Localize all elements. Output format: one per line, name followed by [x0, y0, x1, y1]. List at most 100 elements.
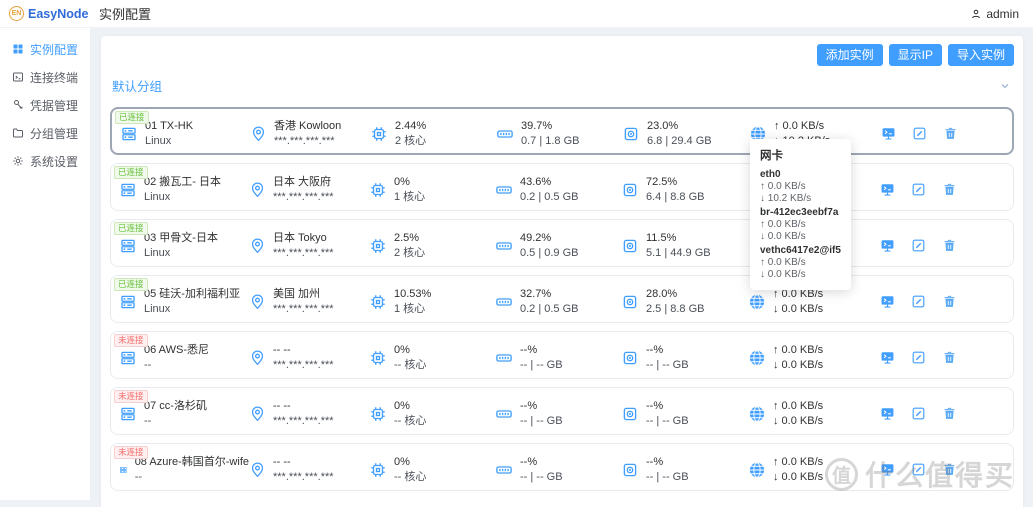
cpu-icon: [369, 349, 387, 367]
terminal-button[interactable]: [880, 294, 895, 309]
server-name-cell: 02 搬瓦工- 日本 Linux: [119, 176, 249, 203]
edit-button[interactable]: [911, 350, 926, 365]
ram-icon: [495, 237, 513, 255]
sidebar-item-settings[interactable]: 系统设置: [12, 155, 90, 167]
server-row[interactable]: 已连接 01 TX-HK Linux 香港 Kowloon ***.***.**…: [110, 107, 1014, 155]
ram-detail: -- | -- GB: [520, 471, 563, 483]
ram-detail: -- | -- GB: [520, 359, 563, 371]
server-name-cell: 08 Azure-韩国首尔-wife --: [119, 456, 249, 483]
ram-detail: 0.2 | 0.5 GB: [520, 303, 579, 315]
network-cell[interactable]: ↑ 0.0 KB/s ↓ 0.0 KB/s: [748, 400, 866, 427]
net-download: ↓ 0.0 KB/s: [773, 415, 823, 427]
edit-button[interactable]: [912, 126, 927, 141]
import-instance-button[interactable]: 导入实例: [948, 44, 1014, 66]
location-pin-icon: [249, 349, 266, 366]
ram-detail: -- | -- GB: [520, 415, 563, 427]
ram-icon: [495, 461, 513, 479]
ram-detail: 0.7 | 1.8 GB: [521, 135, 580, 147]
ram-icon: [495, 349, 513, 367]
net-upload: ↑ 0.0 KB/s: [774, 120, 830, 132]
terminal-button[interactable]: [880, 238, 895, 253]
disk-cell: --% -- | -- GB: [621, 400, 748, 427]
monitor-icon: [880, 350, 895, 365]
delete-button[interactable]: [942, 238, 957, 253]
ram-usage: --%: [520, 400, 563, 412]
location-cell: 日本 大阪府 ***.***.***.***: [249, 176, 369, 203]
edit-button[interactable]: [911, 238, 926, 253]
terminal-button[interactable]: [880, 406, 895, 421]
terminal-button[interactable]: [881, 126, 896, 141]
edit-button[interactable]: [911, 182, 926, 197]
edit-button[interactable]: [911, 294, 926, 309]
cpu-cores: -- 核心: [394, 415, 426, 427]
disk-detail: 2.5 | 8.8 GB: [646, 303, 705, 315]
terminal-button[interactable]: [880, 182, 895, 197]
server-name: 03 甲骨文-日本: [144, 232, 218, 244]
network-cell[interactable]: ↑ 0.0 KB/s ↓ 0.0 KB/s: [748, 288, 866, 315]
tooltip-title: 网卡: [760, 147, 841, 163]
server-name: 07 cc-洛杉矶: [144, 400, 207, 412]
chevron-down-icon[interactable]: [999, 80, 1011, 92]
cpu-cores: 2 核心: [395, 135, 426, 147]
server-icon: [119, 237, 137, 255]
key-icon: [12, 99, 24, 111]
add-instance-button[interactable]: 添加实例: [817, 44, 883, 66]
monitor-icon: [881, 126, 896, 141]
server-row[interactable]: 已连接 02 搬瓦工- 日本 Linux 日本 大阪府 ***.***.***.…: [110, 163, 1014, 211]
grid-icon: [12, 43, 24, 55]
server-os: Linux: [144, 191, 221, 203]
row-actions: [866, 462, 1005, 477]
interface-name: br-412ec3eebf7a: [760, 207, 841, 219]
server-list: 已连接 01 TX-HK Linux 香港 Kowloon ***.***.**…: [110, 107, 1014, 491]
group-header: 默认分组: [110, 74, 1014, 104]
server-location: 日本 Tokyo: [273, 232, 334, 244]
delete-button[interactable]: [943, 126, 958, 141]
disk-icon: [621, 461, 639, 479]
terminal-button[interactable]: [880, 462, 895, 477]
logo-icon: EN: [9, 6, 24, 21]
server-location: 日本 大阪府: [273, 176, 334, 188]
cpu-cell: 0% -- 核心: [369, 456, 495, 483]
edit-button[interactable]: [911, 406, 926, 421]
edit-icon: [911, 182, 926, 197]
ram-detail: 0.2 | 0.5 GB: [520, 191, 579, 203]
network-cell[interactable]: ↑ 0.0 KB/s ↓ 0.0 KB/s: [748, 344, 866, 371]
delete-button[interactable]: [942, 294, 957, 309]
disk-usage: 11.5%: [646, 232, 711, 244]
location-cell: -- -- ***.***.***.***: [249, 456, 369, 483]
user-menu[interactable]: admin: [970, 7, 1019, 21]
delete-button[interactable]: [942, 182, 957, 197]
edit-button[interactable]: [911, 462, 926, 477]
group-name[interactable]: 默认分组: [112, 76, 162, 95]
sidebar-item-instances[interactable]: 实例配置: [12, 43, 90, 55]
server-row[interactable]: 未连接 06 AWS-悉尼 -- -- -- ***.***.***.***: [110, 331, 1014, 379]
terminal-button[interactable]: [880, 350, 895, 365]
network-cell[interactable]: ↑ 0.0 KB/s ↓ 0.0 KB/s: [748, 456, 866, 483]
server-row[interactable]: 已连接 03 甲骨文-日本 Linux 日本 Tokyo ***.***.***…: [110, 219, 1014, 267]
sidebar-item-terminal[interactable]: 连接终端: [12, 71, 90, 83]
delete-button[interactable]: [942, 462, 957, 477]
interface-entry: br-412ec3eebf7a ↑ 0.0 KB/s ↓ 0.0 KB/s: [760, 207, 841, 243]
sidebar-label: 连接终端: [30, 69, 78, 86]
delete-button[interactable]: [942, 406, 957, 421]
server-row[interactable]: 已连接 05 硅沃-加利福利亚 Linux 美国 加州 ***.***.***.…: [110, 275, 1014, 323]
server-ip: ***.***.***.***: [274, 135, 341, 147]
show-ip-button[interactable]: 显示IP: [889, 44, 942, 66]
cpu-icon: [369, 181, 387, 199]
cpu-cores: 1 核心: [394, 303, 431, 315]
server-name: 02 搬瓦工- 日本: [144, 176, 221, 188]
globe-icon: [748, 349, 766, 367]
ram-cell: --% -- | -- GB: [495, 400, 621, 427]
disk-detail: -- | -- GB: [646, 359, 689, 371]
sidebar-item-credentials[interactable]: 凭据管理: [12, 99, 90, 111]
location-pin-icon: [249, 405, 266, 422]
sidebar-item-groups[interactable]: 分组管理: [12, 127, 90, 139]
server-row[interactable]: 未连接 08 Azure-韩国首尔-wife -- -- -- ***.***.…: [110, 443, 1014, 491]
server-name: 08 Azure-韩国首尔-wife: [135, 456, 249, 468]
delete-button[interactable]: [942, 350, 957, 365]
ram-usage: 32.7%: [520, 288, 579, 300]
row-actions: [866, 182, 1005, 197]
interface-entry: vethc6417e2@if5 ↑ 0.0 KB/s ↓ 0.0 KB/s: [760, 245, 841, 281]
server-row[interactable]: 未连接 07 cc-洛杉矶 -- -- -- ***.***.***.***: [110, 387, 1014, 435]
ram-cell: --% -- | -- GB: [495, 456, 621, 483]
